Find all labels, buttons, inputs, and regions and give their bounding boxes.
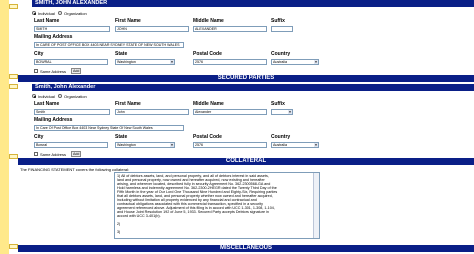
miscellaneous-section-header[interactable]: MISCELLANEOUS	[18, 245, 474, 252]
postal-code-label: Postal Code	[193, 51, 222, 57]
collateral-section-header[interactable]: COLLATERAL	[18, 158, 474, 165]
suffix-label: Suffix	[271, 101, 285, 107]
state-value: Washington	[117, 60, 136, 64]
radio-organization-label: Organization	[64, 94, 87, 99]
state-select[interactable]: Washington ▼	[115, 59, 175, 65]
radio-organization[interactable]	[58, 11, 62, 15]
collateral-intro: The FINANCING STATEMENT covers the follo…	[20, 167, 130, 172]
collapse-toggle-icon[interactable]	[9, 74, 18, 79]
suffix-label: Suffix	[271, 18, 285, 24]
collapse-toggle-icon[interactable]	[9, 84, 18, 89]
last-name-label: Last Name	[34, 18, 60, 24]
state-label: State	[115, 134, 128, 140]
radio-individual[interactable]	[32, 94, 36, 98]
mailing-address-input[interactable]: In CARE OF POST OFFICE BOX 4403 NEAR SYD…	[34, 42, 184, 48]
country-select[interactable]: Australia ▼	[271, 59, 319, 65]
radio-organization[interactable]	[58, 94, 62, 98]
collateral-textarea[interactable]: 1) All of debtors assets, land, and pers…	[114, 172, 320, 239]
same-address-label: Same Address	[40, 69, 67, 74]
middle-name-input[interactable]: Alexander	[193, 109, 267, 115]
postal-code-label: Postal Code	[193, 134, 222, 140]
last-name-input[interactable]: SMITH	[34, 26, 110, 32]
first-name-label: First Name	[115, 18, 141, 24]
same-address-label: Same Address	[40, 152, 67, 157]
last-name-input[interactable]: Smith	[34, 109, 110, 115]
middle-name-label: Middle Name	[193, 18, 224, 24]
secured-party-name-header[interactable]: Smith, John Alexander	[32, 84, 474, 91]
same-address-checkbox[interactable]	[34, 69, 38, 73]
debtor-name-header[interactable]: SMITH, JOHN ALEXANDER	[32, 0, 474, 7]
chevron-down-icon: ▼	[314, 60, 318, 64]
city-input[interactable]: BOWRAL	[34, 59, 108, 65]
mailing-address-label: Mailing Address	[34, 34, 73, 40]
same-address-checkbox[interactable]	[34, 152, 38, 156]
add-button[interactable]: Add	[71, 151, 82, 157]
collateral-text: 1) All of debtors assets, land, and pers…	[117, 174, 317, 234]
state-label: State	[115, 51, 128, 57]
city-label: City	[34, 134, 44, 140]
suffix-select[interactable]: ▼	[271, 109, 293, 115]
country-label: Country	[271, 51, 291, 57]
radio-individual-label: Individual	[38, 94, 55, 99]
secured-type-radio-group: Individual Organization	[32, 93, 122, 99]
collapse-toggle-icon[interactable]	[9, 4, 18, 9]
suffix-input[interactable]	[271, 26, 293, 32]
first-name-input[interactable]: John	[115, 109, 189, 115]
last-name-label: Last Name	[34, 101, 60, 107]
mailing-address-input[interactable]: In Care Of Post Office Box 4403 Near Syd…	[34, 125, 184, 131]
chevron-down-icon: ▼	[288, 110, 292, 114]
collapse-toggle-icon[interactable]	[9, 244, 18, 249]
scrollbar[interactable]	[313, 173, 319, 238]
country-label: Country	[271, 134, 291, 140]
city-label: City	[34, 51, 44, 57]
first-name-label: First Name	[115, 101, 141, 107]
collateral-text-line: 3)	[117, 230, 121, 234]
country-value: Australia	[273, 143, 287, 147]
country-select[interactable]: Australia ▼	[271, 142, 319, 148]
state-value: Washington	[117, 143, 136, 147]
city-input[interactable]: Bowral	[34, 142, 108, 148]
country-value: Australia	[273, 60, 287, 64]
radio-organization-label: Organization	[64, 11, 87, 16]
postal-code-input[interactable]: 2576	[193, 59, 267, 65]
radio-individual[interactable]	[32, 11, 36, 15]
postal-code-input[interactable]: 2576	[193, 142, 267, 148]
secured-parties-section-header[interactable]: SECURED PARTIES	[18, 75, 474, 82]
first-name-input[interactable]: JOHN	[115, 26, 189, 32]
radio-individual-label: Individual	[38, 11, 55, 16]
middle-name-input[interactable]: ALEXANDER	[193, 26, 267, 32]
chevron-down-icon: ▼	[170, 60, 174, 64]
mailing-address-label: Mailing Address	[34, 117, 73, 123]
add-button[interactable]: Add	[71, 68, 82, 74]
chevron-down-icon: ▼	[170, 143, 174, 147]
state-select[interactable]: Washington ▼	[115, 142, 175, 148]
chevron-down-icon: ▼	[314, 143, 318, 147]
left-rail	[0, 0, 9, 254]
collapse-toggle-icon[interactable]	[9, 154, 18, 159]
middle-name-label: Middle Name	[193, 101, 224, 107]
debtor-type-radio-group: Individual Organization	[32, 10, 122, 16]
